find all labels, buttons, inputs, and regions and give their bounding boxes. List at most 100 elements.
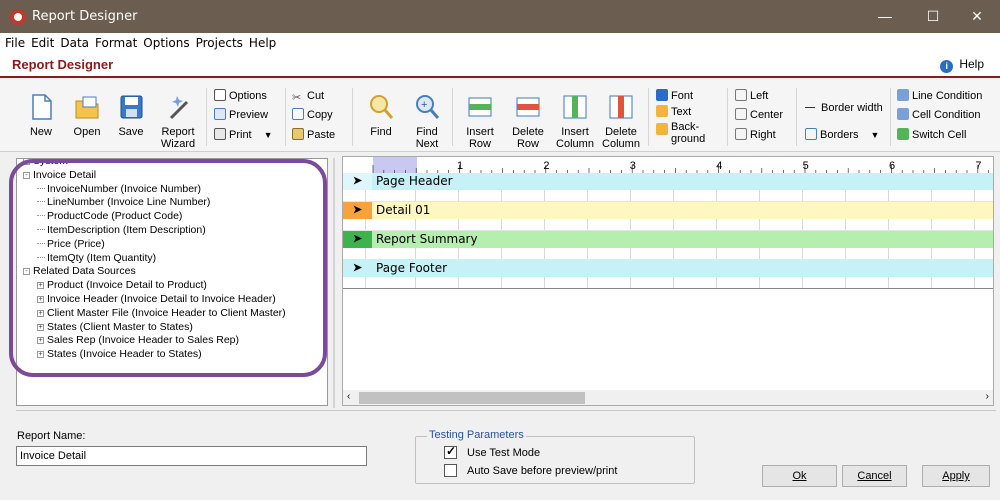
- band-grid-row[interactable]: [343, 190, 993, 202]
- print-button[interactable]: Print ▼: [214, 127, 273, 143]
- report-name-label: Report Name:: [17, 430, 86, 442]
- cut-button[interactable]: ✂ Cut: [292, 88, 324, 104]
- band-grid-row[interactable]: [343, 219, 993, 231]
- tree-item[interactable]: + States (Client Master to States): [37, 321, 193, 334]
- report-band[interactable]: ➤ Page Header: [343, 173, 993, 190]
- tree-item[interactable]: - Related Data Sources: [23, 265, 136, 278]
- menu-format[interactable]: Format: [92, 33, 140, 50]
- ribbon-separator: [727, 88, 728, 146]
- collapse-icon[interactable]: -: [23, 268, 30, 276]
- switch-cell-label: Switch Cell: [912, 129, 967, 141]
- help-button[interactable]: i Help: [940, 57, 984, 73]
- tree-item[interactable]: Price (Price): [37, 238, 105, 251]
- report-band[interactable]: ➤ Report Summary: [343, 231, 993, 248]
- paste-button[interactable]: Paste: [292, 127, 335, 143]
- cancel-button[interactable]: Cancel: [842, 465, 907, 487]
- border-width-button[interactable]: Border width: [805, 100, 883, 116]
- horizontal-scrollbar[interactable]: ‹ ›: [343, 390, 993, 405]
- expand-icon[interactable]: +: [37, 309, 44, 317]
- expand-icon[interactable]: +: [37, 282, 44, 290]
- expand-icon[interactable]: +: [37, 337, 44, 345]
- tree-item[interactable]: - System: [23, 159, 68, 168]
- report-name-input[interactable]: [16, 446, 367, 466]
- data-source-tree[interactable]: - System - Invoice Detail InvoiceNumber (Inv…: [16, 158, 328, 406]
- tree-item[interactable]: + Sales Rep (Invoice Header to Sales Rep): [37, 334, 239, 347]
- menu-data[interactable]: Data: [57, 33, 92, 50]
- options-button[interactable]: Options: [214, 88, 267, 104]
- report-band[interactable]: ➤ Detail 01: [343, 202, 993, 219]
- print-label: Print: [229, 129, 252, 141]
- report-band[interactable]: ➤ Page Footer: [343, 260, 993, 277]
- expand-icon[interactable]: +: [37, 351, 44, 359]
- band-arrow-icon[interactable]: ➤: [343, 173, 372, 190]
- report-wizard-button[interactable]: Report Wizard: [156, 92, 200, 150]
- menu-edit[interactable]: Edit: [28, 33, 57, 50]
- borders-dropdown-icon[interactable]: ▼: [871, 130, 880, 140]
- expand-icon[interactable]: +: [37, 323, 44, 331]
- menu-projects[interactable]: Projects: [193, 33, 246, 50]
- tree-item[interactable]: + Invoice Header (Invoice Detail to Invoi…: [37, 293, 276, 306]
- grid-row[interactable]: [343, 277, 993, 289]
- band-arrow-icon[interactable]: ➤: [343, 202, 372, 219]
- new-button[interactable]: New: [22, 92, 60, 138]
- cell-condition-button[interactable]: Cell Condition: [897, 107, 980, 123]
- find-button[interactable]: Find: [363, 92, 399, 138]
- menu-help[interactable]: Help: [246, 33, 279, 50]
- delete-row-button[interactable]: Delete Row: [508, 92, 548, 150]
- panel-splitter[interactable]: [332, 158, 337, 408]
- insert-row-button[interactable]: Insert Row: [460, 92, 500, 150]
- tree-item[interactable]: + Client Master File (Invoice Header to C…: [37, 307, 286, 320]
- use-test-mode-checkbox[interactable]: [444, 444, 457, 459]
- tree-item[interactable]: + States (Invoice Header to States): [37, 348, 202, 361]
- save-button[interactable]: Save: [112, 92, 150, 138]
- insert-column-button[interactable]: Insert Column: [554, 92, 596, 150]
- tree-item-label: ProductCode (Product Code): [47, 210, 183, 223]
- scroll-right-icon[interactable]: ›: [986, 391, 989, 402]
- collapse-icon[interactable]: -: [23, 159, 30, 165]
- tree-connector: [37, 215, 45, 217]
- insert-row-icon: [465, 92, 495, 122]
- scrollbar-thumb[interactable]: [359, 392, 585, 404]
- tree-item[interactable]: ItemQty (Item Quantity): [37, 252, 156, 265]
- band-arrow-icon[interactable]: ➤: [343, 231, 372, 248]
- borders-button[interactable]: Borders ▼: [805, 127, 879, 143]
- auto-save-label: Auto Save before preview/print: [467, 465, 618, 477]
- open-folder-icon: [72, 92, 102, 122]
- print-dropdown-icon[interactable]: ▼: [264, 130, 273, 140]
- align-left-button[interactable]: Left: [735, 88, 768, 104]
- text-color-button[interactable]: Text: [656, 104, 691, 120]
- collapse-icon[interactable]: -: [23, 171, 30, 179]
- band-grid-row[interactable]: [343, 248, 993, 260]
- ruler-mark-label: 6: [889, 160, 895, 172]
- ruler: 1 2 3 4 5 6 7: [343, 157, 993, 174]
- line-condition-button[interactable]: Line Condition: [897, 88, 982, 104]
- open-button[interactable]: Open: [68, 92, 106, 138]
- tree-item[interactable]: - Invoice Detail: [23, 169, 96, 182]
- tree-item[interactable]: ItemDescription (Item Description): [37, 224, 206, 237]
- tree-item[interactable]: ProductCode (Product Code): [37, 210, 182, 223]
- apply-button[interactable]: Apply: [922, 465, 990, 487]
- font-button[interactable]: Font: [656, 88, 693, 104]
- ok-button[interactable]: Ok: [762, 465, 837, 487]
- tree-item[interactable]: LineNumber (Invoice Line Number): [37, 196, 210, 209]
- preview-button[interactable]: Preview: [214, 107, 268, 123]
- maximize-button[interactable]: ☐: [910, 0, 956, 33]
- delete-column-button[interactable]: Delete Column: [600, 92, 642, 150]
- report-design-canvas[interactable]: 1 2 3 4 5 6 7 ➤ Page Header ➤ Detail 01 ➤ Report Su…: [342, 156, 994, 406]
- find-next-button[interactable]: + Find Next: [408, 92, 446, 150]
- tree-item[interactable]: InvoiceNumber (Invoice Number): [37, 183, 201, 196]
- background-color-button[interactable]: Back-ground: [656, 121, 705, 147]
- expand-icon[interactable]: +: [37, 296, 44, 303]
- tree-item[interactable]: + Product (Invoice Detail to Product): [37, 279, 207, 292]
- band-arrow-icon[interactable]: ➤: [343, 260, 372, 277]
- switch-cell-button[interactable]: Switch Cell: [897, 127, 966, 143]
- align-center-button[interactable]: Center: [735, 107, 783, 123]
- minimize-button[interactable]: —: [862, 0, 908, 33]
- scroll-left-icon[interactable]: ‹: [347, 391, 350, 402]
- copy-button[interactable]: Copy: [292, 107, 333, 123]
- menu-file[interactable]: File: [2, 33, 28, 50]
- auto-save-checkbox[interactable]: [444, 464, 457, 477]
- close-button[interactable]: ✕: [954, 0, 1000, 33]
- align-right-button[interactable]: Right: [735, 127, 776, 143]
- menu-options[interactable]: Options: [140, 33, 192, 50]
